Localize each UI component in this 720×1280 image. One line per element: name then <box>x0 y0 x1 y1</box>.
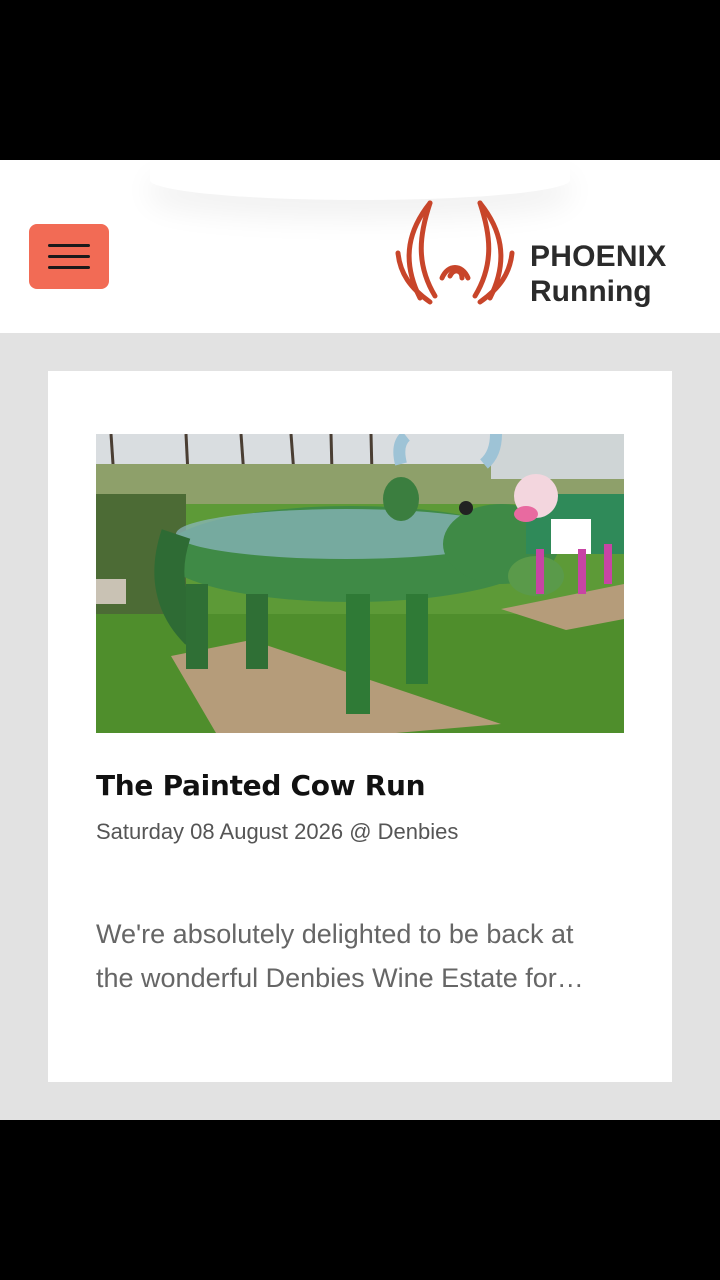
painted-cow-photo <box>96 434 624 733</box>
phoenix-logo-icon <box>395 200 515 305</box>
site-header: PHOENIX Running <box>0 160 720 333</box>
hamburger-menu-icon-bar <box>48 266 90 269</box>
logo-text-phoenix: PHOENIX <box>530 240 667 273</box>
hamburger-menu-icon-bar <box>48 255 90 258</box>
header-shadow <box>150 160 570 200</box>
status-bar-area <box>0 0 720 160</box>
event-card[interactable]: The Painted Cow Run Saturday 08 August 2… <box>48 371 672 1082</box>
event-title[interactable]: The Painted Cow Run <box>96 769 636 802</box>
event-excerpt: We're absolutely delighted to be back at… <box>96 919 584 993</box>
logo-text-running: Running <box>530 275 652 308</box>
hamburger-menu-icon <box>48 244 90 247</box>
site-logo[interactable]: PHOENIX Running <box>390 198 690 316</box>
event-date-location: Saturday 08 August 2026 @ Denbies <box>96 819 459 844</box>
event-image[interactable] <box>96 434 624 733</box>
menu-button[interactable] <box>29 224 109 289</box>
navigation-bar-area <box>0 1120 720 1280</box>
